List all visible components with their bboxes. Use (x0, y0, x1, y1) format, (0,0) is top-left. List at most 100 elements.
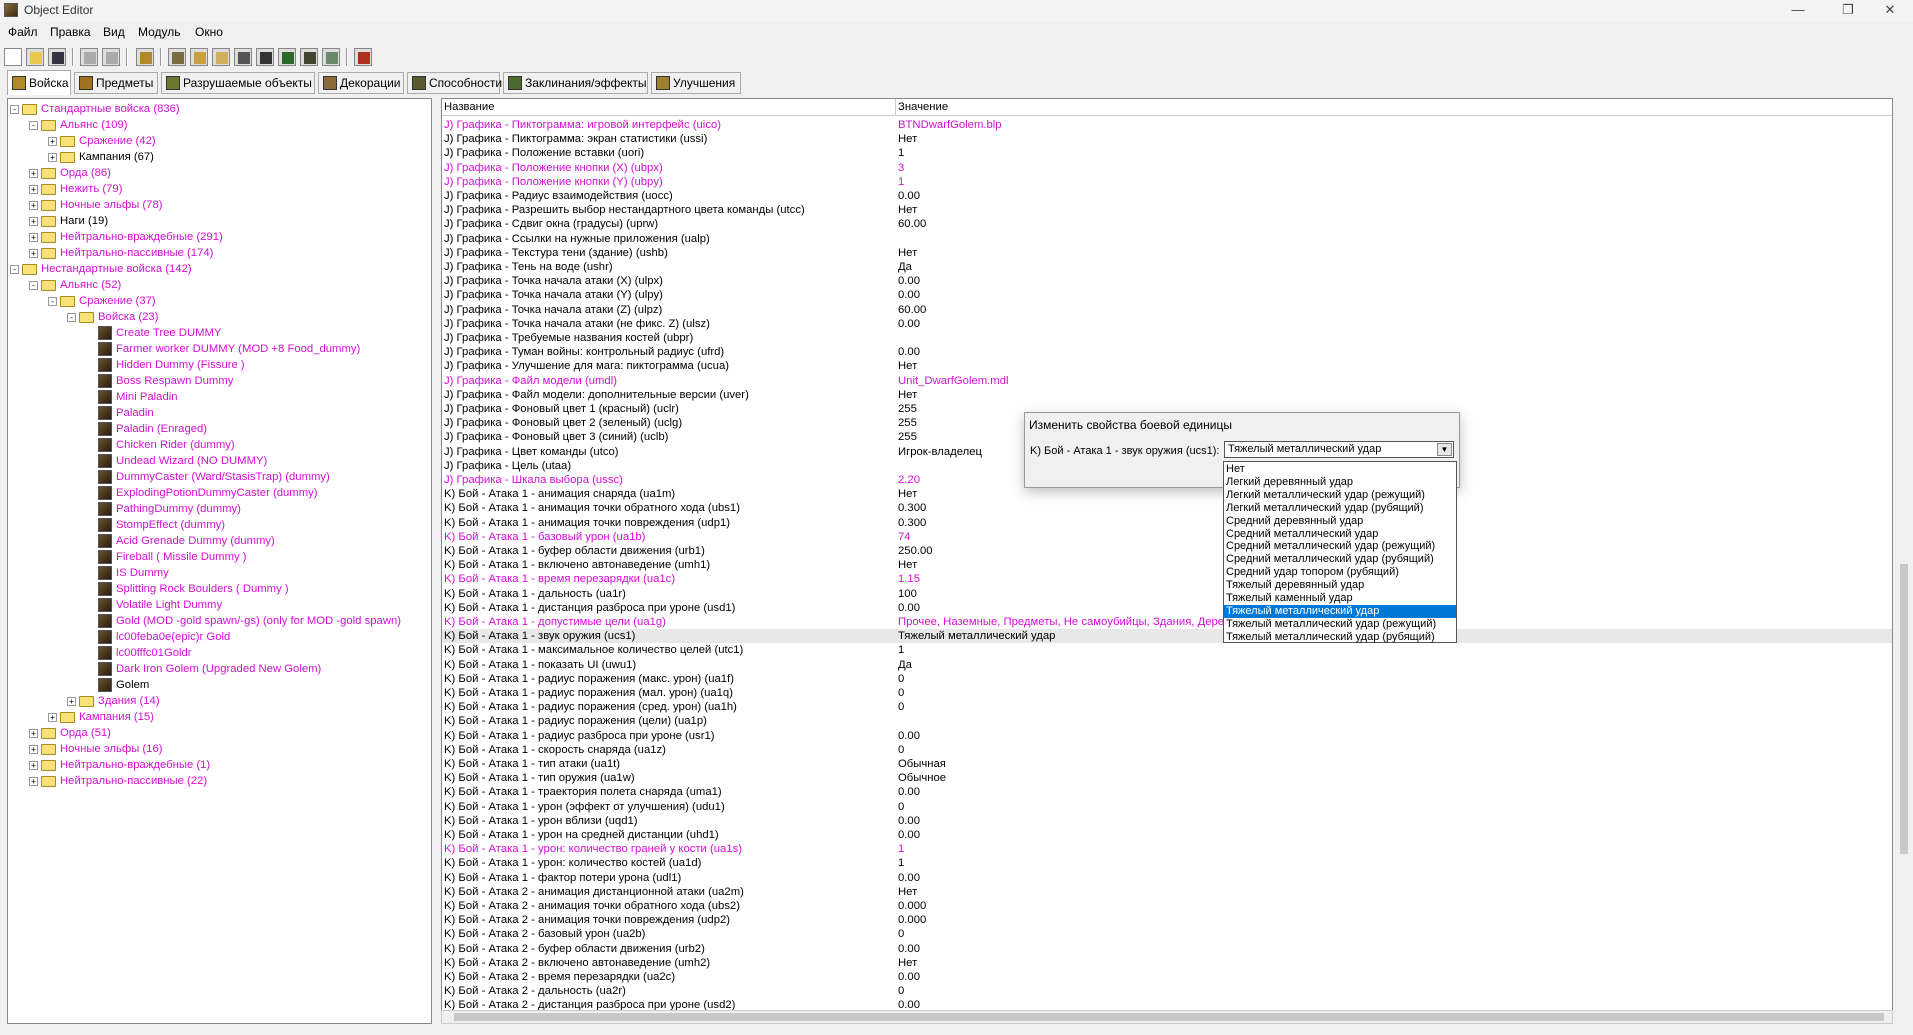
object-tree[interactable]: - Стандартные войска (836) - Альянс (109) + С… (7, 98, 432, 1024)
tab-items[interactable]: Предметы (74, 72, 158, 94)
menu-file[interactable]: Файл (8, 25, 38, 39)
property-row[interactable]: J) Графика - Положение вставки (uori) 1 (442, 146, 1892, 160)
tab-upgrades[interactable]: Улучшения (651, 72, 741, 94)
property-row[interactable]: K) Бой - Атака 1 - звук оружия (ucs1) Тяж… (442, 629, 1892, 644)
property-row[interactable]: K) Бой - Атака 1 - урон: количество кост… (442, 856, 1892, 870)
tree-unit-node[interactable]: Boss Respawn Dummy (86, 373, 234, 389)
unit-palette-icon[interactable] (234, 48, 252, 66)
expand-icon[interactable]: + (29, 248, 38, 258)
dropdown-option[interactable]: Средний удар топором (рубящий) (1224, 566, 1456, 579)
property-row[interactable]: J) Графика - Требуемые названия костей (… (442, 331, 1892, 345)
tree-unit-node[interactable]: Hidden Dummy (Fissure ) (86, 357, 246, 373)
tree-folder-node[interactable]: + Ночные эльфы (78) (29, 197, 164, 213)
property-row[interactable]: K) Бой - Атака 1 - тип оружия (ua1w) Обыч… (442, 771, 1892, 785)
property-row[interactable]: J) Графика - Текстура тени (здание) (ush… (442, 246, 1892, 260)
collapse-icon[interactable]: - (67, 312, 76, 322)
property-row[interactable]: J) Графика - Ссылки на нужные приложения… (442, 232, 1892, 246)
keyboard-icon[interactable] (256, 48, 274, 66)
property-row[interactable]: J) Графика - Сдвиг окна (градусы) (uprw)… (442, 217, 1892, 231)
sound-icon[interactable] (212, 48, 230, 66)
test-map-icon[interactable] (354, 48, 372, 66)
property-row[interactable]: J) Графика - Файл модели (umdl) Unit_Dwar… (442, 374, 1892, 388)
paste-icon[interactable] (102, 48, 120, 66)
tree-unit-node[interactable]: IS Dummy (86, 565, 170, 581)
tree-folder-node[interactable]: - Сражение (37) (48, 293, 157, 309)
property-row[interactable]: K) Бой - Атака 1 - включено автонаведени… (442, 558, 1892, 572)
expand-icon[interactable]: + (29, 168, 38, 178)
weapon-icon[interactable] (300, 48, 318, 66)
property-row[interactable]: K) Бой - Атака 1 - урон вблизи (uqd1) 0.0… (442, 814, 1892, 828)
property-row[interactable]: K) Бой - Атака 1 - допустимые цели (ua1g… (442, 615, 1892, 629)
property-row[interactable]: K) Бой - Атака 1 - время перезарядки (ua… (442, 572, 1892, 586)
column-divider[interactable] (895, 99, 896, 116)
property-row[interactable]: K) Бой - Атака 1 - урон на средней диста… (442, 828, 1892, 842)
property-row[interactable]: K) Бой - Атака 1 - радиус поражения (цел… (442, 714, 1892, 728)
property-row[interactable]: J) Графика - Файл модели: дополнительные… (442, 388, 1892, 402)
tab-doodads[interactable]: Декорации (318, 72, 404, 94)
tree-folder-node[interactable]: + Сражение (42) (48, 133, 157, 149)
property-row[interactable]: J) Графика - Пиктограмма: игровой интерф… (442, 118, 1892, 132)
tree-unit-node[interactable]: Volatile Light Dummy (86, 597, 223, 613)
property-row[interactable]: J) Графика - Точка начала атаки (Y) (ulp… (442, 288, 1892, 302)
property-list[interactable]: Название Значение J) Графика - Пиктограм… (441, 98, 1893, 1011)
vertical-scrollbar[interactable] (1897, 98, 1911, 1024)
terrain-icon[interactable] (168, 48, 186, 66)
tree-unit-node[interactable]: Create Tree DUMMY (86, 325, 222, 341)
dropdown-option[interactable]: Легкий металлический удар (рубящий) (1224, 502, 1456, 515)
expand-icon[interactable]: + (29, 776, 38, 786)
dropdown-option[interactable]: Средний металлический удар (рубящий) (1224, 553, 1456, 566)
property-row[interactable]: J) Графика - Радиус взаимодействия (uocc… (442, 189, 1892, 203)
tree-unit-node[interactable]: Undead Wizard (NO DUMMY) (86, 453, 268, 469)
collapse-icon[interactable]: - (48, 296, 57, 306)
property-row[interactable]: J) Графика - Положение кнопки (X) (ubpx)… (442, 161, 1892, 175)
tree-unit-node[interactable]: Chicken Rider (dummy) (86, 437, 236, 453)
dropdown-option[interactable]: Тяжелый деревянный удар (1224, 579, 1456, 592)
property-row[interactable]: K) Бой - Атака 1 - траектория полета сна… (442, 785, 1892, 799)
lock-icon[interactable] (190, 48, 208, 66)
tree-folder-node[interactable]: - Стандартные войска (836) (10, 101, 181, 117)
tree-unit-node[interactable]: PathingDummy (dummy) (86, 501, 242, 517)
expand-icon[interactable]: + (29, 728, 38, 738)
tree-folder-node[interactable]: - Альянс (52) (29, 277, 122, 293)
tree-unit-node[interactable]: Mini Paladin (86, 389, 179, 405)
column-header-name[interactable]: Название (444, 101, 494, 113)
dropdown-option[interactable]: Средний металлический удар (режущий) (1224, 540, 1456, 553)
expand-icon[interactable]: + (29, 760, 38, 770)
tree-folder-node[interactable]: - Войска (23) (67, 309, 159, 325)
property-row[interactable]: J) Графика - Улучшение для мага: пиктогр… (442, 359, 1892, 373)
dropdown-option[interactable]: Тяжелый металлический удар (режущий) (1224, 618, 1456, 631)
tree-unit-node[interactable]: Paladin (Enraged) (86, 421, 208, 437)
expand-icon[interactable]: + (48, 712, 57, 722)
column-header-value[interactable]: Значение (898, 101, 948, 113)
property-row[interactable]: K) Бой - Атака 1 - урон (эффект от улучш… (442, 800, 1892, 814)
collapse-icon[interactable]: - (10, 264, 19, 274)
tree-folder-node[interactable]: + Наги (19) (29, 213, 109, 229)
new-unit-icon[interactable] (136, 48, 154, 66)
property-row[interactable]: J) Графика - Точка начала атаки (Z) (ulp… (442, 303, 1892, 317)
property-row[interactable]: K) Бой - Атака 1 - анимация точки обратн… (442, 501, 1892, 515)
tree-unit-node[interactable]: DummyCaster (Ward/StasisTrap) (dummy) (86, 469, 331, 485)
menu-window[interactable]: Окно (195, 25, 223, 39)
chevron-down-icon[interactable]: ▼ (1437, 443, 1452, 456)
tree-folder-node[interactable]: + Здания (14) (67, 693, 161, 709)
dropdown-option[interactable]: Тяжелый каменный удар (1224, 592, 1456, 605)
tree-unit-node[interactable]: StompEffect (dummy) (86, 517, 226, 533)
property-row[interactable]: J) Графика - Пиктограмма: экран статисти… (442, 132, 1892, 146)
scrollbar-thumb[interactable] (1900, 564, 1908, 854)
tree-folder-node[interactable]: + Кампания (67) (48, 149, 155, 165)
maximize-icon[interactable]: ❐ (1825, 0, 1871, 22)
expand-icon[interactable]: + (29, 216, 38, 226)
tab-destructibles[interactable]: Разрушаемые объекты (161, 72, 315, 94)
property-row[interactable]: K) Бой - Атака 1 - буфер области движени… (442, 544, 1892, 558)
property-row[interactable]: K) Бой - Атака 2 - время перезарядки (ua… (442, 970, 1892, 984)
property-row[interactable]: K) Бой - Атака 2 - включено автонаведени… (442, 956, 1892, 970)
tree-folder-node[interactable]: + Нейтрально-пассивные (174) (29, 245, 214, 261)
menu-view[interactable]: Вид (103, 25, 125, 39)
property-row[interactable]: K) Бой - Атака 2 - анимация дистанционно… (442, 885, 1892, 899)
property-row[interactable]: K) Бой - Атака 2 - анимация точки повреж… (442, 913, 1892, 927)
property-row[interactable]: K) Бой - Атака 1 - радиус поражения (мал… (442, 686, 1892, 700)
property-row[interactable]: J) Графика - Точка начала атаки (не фикс… (442, 317, 1892, 331)
tree-unit-node[interactable]: Paladin (86, 405, 155, 421)
tab-units[interactable]: Войска (7, 70, 71, 95)
expand-icon[interactable]: + (48, 152, 57, 162)
